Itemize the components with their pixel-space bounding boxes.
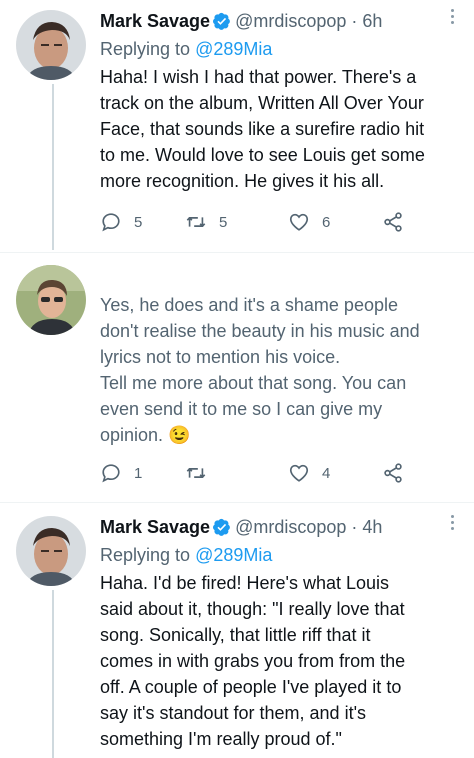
retweet-button[interactable] bbox=[185, 461, 207, 485]
tweet-text-line: track on the album, Written All Over You… bbox=[100, 93, 424, 113]
author-name[interactable]: Mark Savage bbox=[100, 11, 210, 31]
tweet-text-line: to me. Would love to see Louis get some bbox=[100, 145, 425, 165]
tweet-text-line: something I'm really proud of." bbox=[100, 729, 342, 749]
heart-icon bbox=[289, 464, 309, 482]
tweet-text-line: don't realise the beauty in his music an… bbox=[100, 321, 420, 341]
tweet-text: Haha! I wish I had that power. There's a… bbox=[100, 64, 460, 194]
tweet-3[interactable]: Mark Savage @mrdiscopop · 4h Replying to … bbox=[0, 506, 474, 758]
reply-mention-link[interactable]: @289Mia bbox=[195, 39, 272, 59]
tweet-text-line: off. A couple of people I've played it t… bbox=[100, 677, 402, 697]
thread-connector-line bbox=[52, 84, 54, 250]
reply-mention-link[interactable]: @289Mia bbox=[195, 545, 272, 565]
tweet-text-line: Face, that sounds like a surefire radio … bbox=[100, 119, 425, 139]
avatar-mark-savage[interactable] bbox=[16, 10, 86, 80]
tweet-actions: 5 5 6 bbox=[100, 210, 420, 234]
tweet-text-line: Haha. I'd be fired! Here's what Louis bbox=[100, 573, 390, 593]
retweet-icon bbox=[186, 217, 206, 227]
tweet-text: Yes, he does and it's a shame people don… bbox=[100, 292, 460, 448]
tweet-text-line: even send it to me so I can give my bbox=[100, 399, 383, 419]
like-count: 4 bbox=[322, 464, 331, 482]
author-name[interactable]: Mark Savage bbox=[100, 517, 210, 537]
reply-prefix: Replying to bbox=[100, 545, 196, 565]
retweet-icon bbox=[186, 468, 206, 478]
reply-context: Replying to @289Mia bbox=[100, 36, 272, 62]
share-button[interactable] bbox=[382, 210, 404, 234]
tweet-text-line: said about it, though: "I really love th… bbox=[100, 599, 405, 619]
tweet-time[interactable]: · 4h bbox=[351, 517, 382, 537]
share-icon bbox=[384, 212, 402, 232]
tweet-text-line: Tell me more about that song. You can bbox=[100, 373, 407, 393]
reply-prefix: Replying to bbox=[100, 39, 196, 59]
verified-badge-icon bbox=[213, 11, 231, 37]
reply-icon bbox=[102, 213, 120, 232]
reply-icon bbox=[102, 464, 120, 483]
more-options-icon[interactable] bbox=[451, 512, 454, 533]
tweet-time[interactable]: · 6h bbox=[351, 11, 382, 31]
tweet-text-line: Yes, he does and it's a shame people bbox=[100, 295, 398, 315]
tweet-text-line: song. Sonically, that little riff that i… bbox=[100, 625, 371, 645]
retweet-button[interactable]: 5 bbox=[185, 210, 227, 234]
like-button[interactable]: 6 bbox=[288, 210, 330, 234]
verified-badge-icon bbox=[213, 517, 231, 543]
thread-connector-line bbox=[52, 590, 54, 758]
more-options-icon[interactable] bbox=[451, 6, 454, 27]
tweet-2[interactable]: Yes, he does and it's a shame people don… bbox=[0, 253, 474, 500]
tweet-text-line: more recognition. He gives it his all. bbox=[100, 171, 385, 191]
tweet-divider bbox=[0, 502, 474, 503]
author-handle[interactable]: @mrdiscopop bbox=[235, 11, 346, 31]
tweet-header: Mark Savage @mrdiscopop · 4h bbox=[100, 514, 454, 540]
like-button[interactable]: 4 bbox=[288, 461, 330, 485]
avatar-mark-savage[interactable] bbox=[16, 516, 86, 586]
tweet-1[interactable]: Mark Savage @mrdiscopop · 6h Replying to … bbox=[0, 0, 474, 250]
heart-icon bbox=[289, 213, 309, 231]
reply-button[interactable]: 1 bbox=[100, 461, 142, 485]
reply-count: 5 bbox=[134, 213, 143, 231]
tweet-text-line: comes in with grabs you from from the bbox=[100, 651, 406, 671]
share-icon bbox=[384, 463, 402, 483]
tweet-actions: 1 4 bbox=[100, 461, 420, 485]
tweet-text-line: Haha! I wish I had that power. There's a bbox=[100, 67, 417, 87]
reply-context: Replying to @289Mia bbox=[100, 542, 272, 568]
avatar-user[interactable] bbox=[16, 265, 86, 335]
reply-count: 1 bbox=[134, 464, 143, 482]
retweet-count: 5 bbox=[219, 213, 228, 231]
author-handle[interactable]: @mrdiscopop bbox=[235, 517, 346, 537]
tweet-text: Haha. I'd be fired! Here's what Louis sa… bbox=[100, 570, 460, 752]
like-count: 6 bbox=[322, 213, 331, 231]
reply-button[interactable]: 5 bbox=[100, 210, 142, 234]
tweet-text-line: say it's standout for them, and it's bbox=[100, 703, 367, 723]
tweet-header: Mark Savage @mrdiscopop · 6h bbox=[100, 8, 454, 34]
tweet-text-line: opinion. 😉 bbox=[100, 425, 191, 445]
share-button[interactable] bbox=[382, 461, 404, 485]
tweet-text-line: lyrics not to mention his voice. bbox=[100, 347, 341, 367]
